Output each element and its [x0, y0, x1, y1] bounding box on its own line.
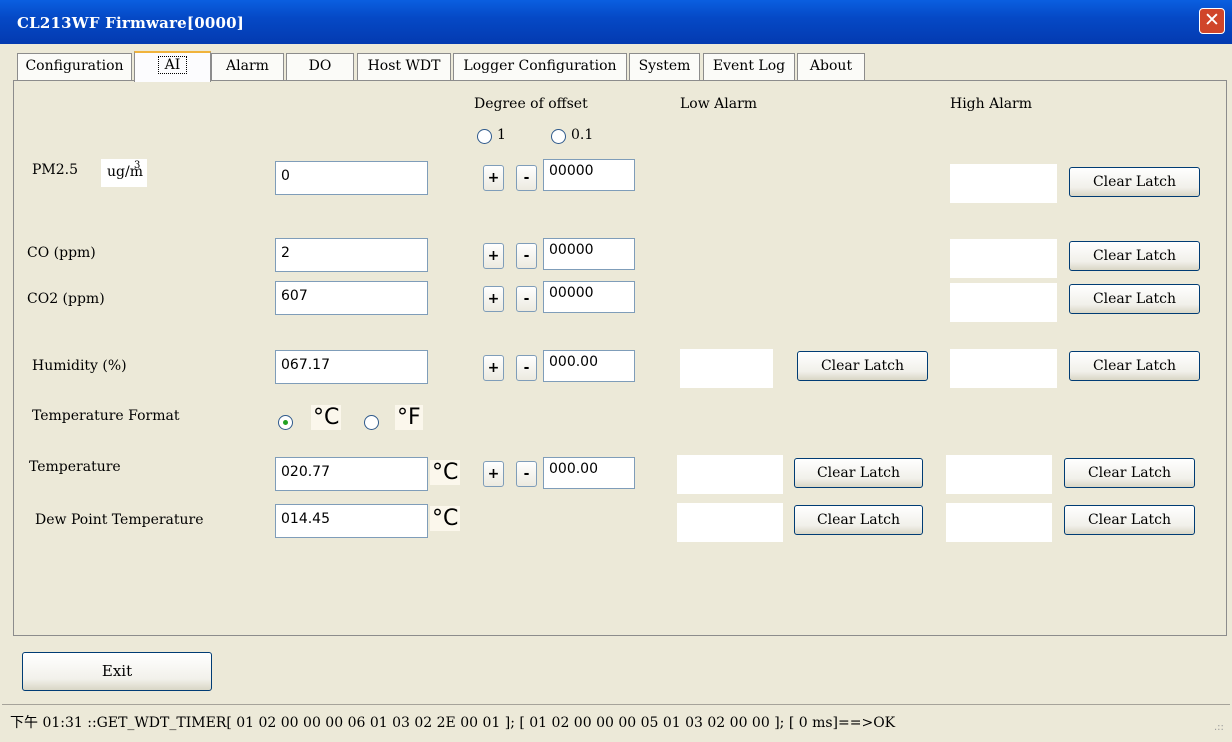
co2-offset-minus-button[interactable]: - [516, 286, 537, 312]
humidity-value-field[interactable]: 067.17 [275, 350, 428, 384]
dew-point-low-alarm-box [677, 503, 783, 542]
humidity-low-clear-latch-button[interactable]: Clear Latch [797, 351, 928, 381]
co-offset-field[interactable]: 00000 [543, 238, 635, 270]
temperature-unit: °C [430, 460, 461, 485]
temperature-low-clear-latch-button[interactable]: Clear Latch [794, 458, 923, 488]
humidity-low-alarm-box [680, 349, 773, 388]
window-title: CL213WF Firmware[0000] [17, 14, 245, 32]
offset-0-1-radio[interactable] [551, 129, 566, 144]
fahrenheit-label: °F [395, 405, 423, 430]
humidity-high-alarm-box [950, 349, 1057, 388]
tab-label: DO [308, 58, 332, 74]
dew-point-low-clear-latch-button[interactable]: Clear Latch [794, 505, 923, 535]
temperature-format-label: Temperature Format [32, 408, 180, 424]
pm25-unit-box: ug/m 3 [101, 159, 147, 187]
dew-point-high-alarm-box [946, 503, 1052, 542]
pm25-value-field[interactable]: 0 [275, 161, 428, 195]
tab-logger-configuration[interactable]: Logger Configuration [453, 53, 627, 80]
tab-label: Configuration [25, 58, 124, 74]
status-bar: 下午 01:31 ::GET_WDT_TIMER[ 01 02 00 00 00… [2, 704, 1230, 740]
tab-ai[interactable]: AI [134, 51, 211, 82]
temperature-low-alarm-box [677, 455, 783, 494]
tab-label: System [638, 58, 691, 74]
humidity-offset-minus-button[interactable]: - [516, 355, 537, 381]
high-alarm-header: High Alarm [950, 96, 1033, 112]
tab-do[interactable]: DO [286, 53, 354, 80]
temperature-offset-plus-button[interactable]: + [483, 461, 504, 487]
tab-label: AI [157, 56, 188, 74]
humidity-label: Humidity (%) [32, 358, 127, 374]
temperature-offset-field[interactable]: 000.00 [543, 457, 635, 489]
co2-high-clear-latch-button[interactable]: Clear Latch [1069, 284, 1200, 314]
temperature-label: Temperature [29, 459, 121, 475]
dew-point-high-clear-latch-button[interactable]: Clear Latch [1064, 505, 1195, 535]
offset-1-label: 1 [497, 127, 506, 143]
co-high-clear-latch-button[interactable]: Clear Latch [1069, 241, 1200, 271]
pm25-high-alarm-box [950, 164, 1057, 203]
tab-configuration[interactable]: Configuration [17, 53, 132, 80]
tab-label: About [809, 58, 853, 74]
co-offset-plus-button[interactable]: + [483, 243, 504, 269]
pm25-unit-superscript: 3 [134, 160, 141, 171]
tab-about[interactable]: About [797, 53, 865, 80]
exit-button[interactable]: Exit [22, 652, 212, 691]
dew-point-unit: °C [430, 506, 461, 531]
temperature-offset-minus-button[interactable]: - [516, 461, 537, 487]
tab-label: Logger Configuration [463, 58, 617, 74]
celsius-label: °C [311, 405, 342, 430]
pm25-offset-minus-button[interactable]: - [516, 165, 537, 191]
co2-label: CO2 (ppm) [27, 291, 105, 307]
tab-host-wdt[interactable]: Host WDT [357, 53, 451, 80]
humidity-offset-field[interactable]: 000.00 [543, 350, 635, 382]
temperature-value-field[interactable]: 020.77 [275, 457, 428, 491]
temperature-high-alarm-box [946, 455, 1052, 494]
co-label: CO (ppm) [27, 245, 96, 261]
offset-1-radio[interactable] [477, 129, 492, 144]
degree-of-offset-header: Degree of offset [474, 96, 588, 112]
pm25-high-clear-latch-button[interactable]: Clear Latch [1069, 167, 1200, 197]
humidity-high-clear-latch-button[interactable]: Clear Latch [1069, 351, 1200, 381]
tab-label: Alarm [226, 58, 269, 74]
co2-value-field[interactable]: 607 [275, 281, 428, 315]
celsius-radio[interactable] [278, 415, 293, 430]
tab-label: Host WDT [367, 58, 441, 74]
temperature-high-clear-latch-button[interactable]: Clear Latch [1064, 458, 1195, 488]
dew-point-label: Dew Point Temperature [35, 512, 204, 528]
co2-high-alarm-box [950, 283, 1057, 322]
tab-alarm[interactable]: Alarm [211, 53, 284, 80]
pm25-offset-plus-button[interactable]: + [483, 165, 504, 191]
co2-offset-field[interactable]: 00000 [543, 281, 635, 313]
fahrenheit-radio[interactable] [364, 415, 379, 430]
pm25-offset-field[interactable]: 00000 [543, 159, 635, 191]
tab-event-log[interactable]: Event Log [703, 53, 795, 80]
tab-label: Event Log [712, 58, 786, 74]
offset-0-1-label: 0.1 [571, 127, 594, 143]
tab-system[interactable]: System [629, 53, 700, 80]
low-alarm-header: Low Alarm [680, 96, 758, 112]
co2-offset-plus-button[interactable]: + [483, 286, 504, 312]
dew-point-value-field[interactable]: 014.45 [275, 504, 428, 538]
co-offset-minus-button[interactable]: - [516, 243, 537, 269]
co-value-field[interactable]: 2 [275, 238, 428, 272]
humidity-offset-plus-button[interactable]: + [483, 355, 504, 381]
pm25-label: PM2.5 [32, 162, 79, 178]
close-button[interactable]: ✕ [1199, 8, 1225, 34]
co-high-alarm-box [950, 239, 1057, 278]
resize-grip-icon[interactable]: .:: [1214, 722, 1228, 736]
